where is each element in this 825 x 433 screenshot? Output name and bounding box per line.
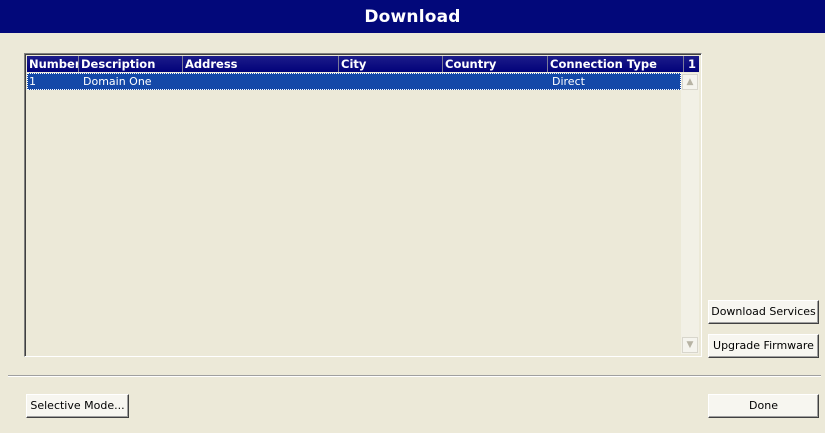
selective-mode-label: Selective Mode... [30, 399, 125, 412]
cell-description: Domain One [83, 75, 152, 88]
column-header-country[interactable]: Country [443, 56, 548, 72]
done-label: Done [749, 399, 778, 412]
cell-connection-type: Direct [552, 75, 585, 88]
done-button[interactable]: Done [708, 394, 819, 418]
vertical-scrollbar[interactable]: ▲ ▼ [681, 73, 699, 354]
cell-number: 1 [29, 75, 36, 88]
column-header-extra[interactable]: 1 [684, 56, 699, 72]
column-header-city[interactable]: City [339, 56, 443, 72]
column-header-number[interactable]: Number [27, 56, 79, 72]
upgrade-firmware-label: Upgrade Firmware [713, 339, 814, 352]
chevron-up-icon[interactable]: ▲ [682, 74, 698, 90]
download-services-button[interactable]: Download Services [708, 300, 819, 324]
upgrade-firmware-button[interactable]: Upgrade Firmware [708, 334, 819, 358]
selective-mode-button[interactable]: Selective Mode... [26, 394, 129, 418]
column-header-address[interactable]: Address [183, 56, 339, 72]
table-row[interactable]: 1 Domain One Direct [27, 73, 681, 90]
column-header-connection-type[interactable]: Connection Type [548, 56, 684, 72]
list-header: Number Description Address City Country … [27, 56, 699, 72]
download-services-label: Download Services [711, 305, 816, 318]
column-header-description[interactable]: Description [79, 56, 183, 72]
separator [8, 375, 821, 377]
title-bar: Download [0, 0, 825, 33]
chevron-down-icon[interactable]: ▼ [682, 337, 698, 353]
domain-list[interactable]: Number Description Address City Country … [24, 53, 702, 357]
window-title: Download [364, 6, 461, 27]
